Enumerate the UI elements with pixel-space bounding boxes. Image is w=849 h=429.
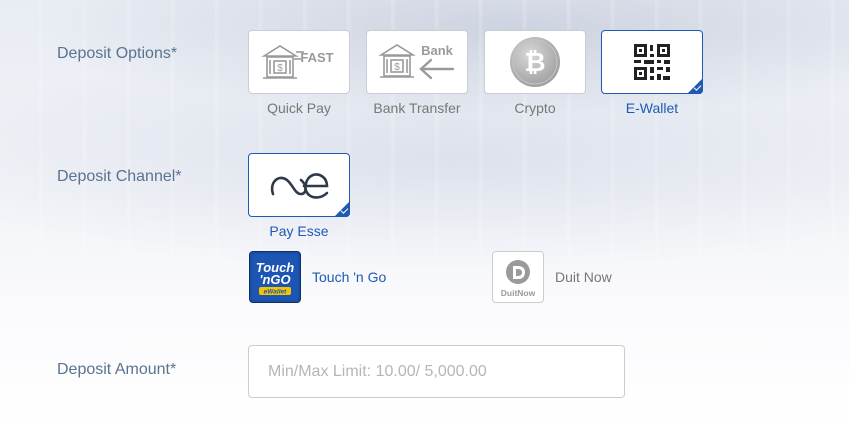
- option-crypto[interactable]: ₿ Crypto: [484, 30, 586, 116]
- option-quick-pay[interactable]: $ FAST Quick Pay: [248, 30, 350, 116]
- touch-n-go-icon: Touch 'nGO eWallet: [249, 251, 301, 303]
- sub-channel-duit-now-label: Duit Now: [555, 269, 612, 285]
- fast-text: FAST: [300, 50, 333, 65]
- svg-text:eWallet: eWallet: [264, 289, 287, 296]
- option-bank-transfer-box[interactable]: $ Bank: [366, 30, 468, 94]
- option-quick-pay-box[interactable]: $ FAST: [248, 30, 350, 94]
- deposit-amount-input[interactable]: [248, 345, 625, 398]
- sub-channel-touch-n-go[interactable]: Touch 'nGO eWallet Touch 'n Go: [249, 251, 386, 303]
- selected-checkmark-icon: [334, 201, 350, 217]
- fast-bank-icon: $ FAST: [261, 45, 334, 79]
- option-crypto-label: Crypto: [514, 100, 556, 116]
- svg-text:DuitNow: DuitNow: [501, 288, 536, 298]
- sub-channel-duit-now[interactable]: DuitNow Duit Now: [492, 251, 612, 303]
- svg-text:$: $: [394, 62, 400, 73]
- payesse-logo-icon: [270, 173, 329, 199]
- sub-channel-touch-n-go-label: Touch 'n Go: [312, 269, 387, 285]
- selected-checkmark-icon: [687, 78, 703, 94]
- option-crypto-box[interactable]: ₿: [484, 30, 586, 94]
- option-quick-pay-label: Quick Pay: [267, 100, 331, 116]
- duitnow-icon: DuitNow: [492, 251, 544, 303]
- deposit-amount-label: Deposit Amount*: [57, 361, 177, 378]
- svg-text:$: $: [277, 63, 283, 74]
- option-e-wallet-box[interactable]: [601, 30, 703, 94]
- svg-text:₿: ₿: [524, 47, 545, 77]
- channel-pay-esse-box[interactable]: [248, 153, 350, 217]
- bank-text: Bank: [421, 43, 454, 58]
- option-e-wallet-label: E-Wallet: [625, 100, 679, 116]
- option-bank-transfer[interactable]: $ Bank Bank Transfer: [366, 30, 468, 116]
- bank-transfer-icon: $ Bank: [378, 43, 455, 80]
- deposit-channel-label: Deposit Channel*: [57, 168, 182, 185]
- channel-pay-esse[interactable]: Pay Esse: [248, 153, 350, 239]
- option-bank-transfer-label: Bank Transfer: [373, 100, 461, 116]
- channel-pay-esse-label: Pay Esse: [269, 223, 329, 239]
- bitcoin-icon: ₿: [510, 37, 560, 87]
- svg-text:'nGO: 'nGO: [259, 272, 290, 287]
- deposit-options-label: Deposit Options*: [57, 45, 178, 62]
- qr-code-icon: [634, 44, 670, 80]
- option-e-wallet[interactable]: E-Wallet: [601, 30, 703, 116]
